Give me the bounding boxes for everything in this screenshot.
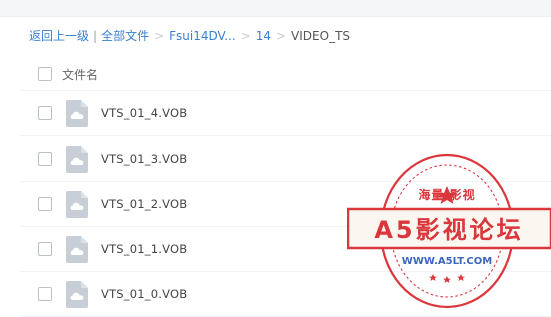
file-name[interactable]: VTS_01_3.VOB — [101, 152, 187, 166]
table-row[interactable]: VTS_01_4.VOB — [20, 91, 551, 136]
file-name[interactable]: VTS_01_1.VOB — [101, 242, 187, 256]
top-toolbar-strip — [0, 0, 551, 17]
file-name[interactable]: VTS_01_2.VOB — [101, 197, 187, 211]
select-all-checkbox[interactable] — [38, 67, 52, 81]
chevron-right-icon: > — [240, 29, 251, 43]
breadcrumb-folder-link[interactable]: 14 — [256, 26, 271, 46]
breadcrumb-current: VIDEO_TS — [291, 29, 351, 43]
breadcrumb: 返回上一级 | 全部文件 > Fsui14DV... > 14 > VIDEO_… — [29, 26, 350, 46]
all-files-link[interactable]: 全部文件 — [101, 26, 149, 46]
stamp-small-stars — [429, 274, 465, 283]
chevron-right-icon: > — [275, 29, 287, 43]
row-checkbox[interactable] — [38, 197, 52, 211]
cloud-file-icon — [66, 280, 88, 308]
stamp-url-text: WWW.A5LT.COM — [402, 256, 492, 267]
file-name[interactable]: VTS_01_0.VOB — [101, 287, 187, 301]
stamp-main-text: A5影视论坛 — [374, 216, 523, 244]
row-checkbox[interactable] — [38, 152, 52, 166]
back-link[interactable]: 返回上一级 — [29, 26, 89, 46]
column-header-name[interactable]: 文件名 — [62, 66, 98, 83]
file-list-header: 文件名 — [20, 58, 551, 91]
watermark-stamp: 海量 影视 A5影视论坛 WWW.A5LT.COM — [347, 153, 551, 309]
row-checkbox[interactable] — [38, 106, 52, 120]
cloud-file-icon — [66, 190, 88, 218]
chevron-right-icon: > — [154, 29, 165, 43]
cloud-file-icon — [66, 99, 88, 127]
row-checkbox[interactable] — [38, 242, 52, 256]
cloud-file-icon — [66, 145, 88, 173]
breadcrumb-folder-link[interactable]: Fsui14DV... — [169, 26, 236, 46]
file-name[interactable]: VTS_01_4.VOB — [101, 106, 187, 120]
row-checkbox[interactable] — [38, 287, 52, 301]
breadcrumb-divider: | — [93, 29, 98, 43]
cloud-file-icon — [66, 235, 88, 263]
